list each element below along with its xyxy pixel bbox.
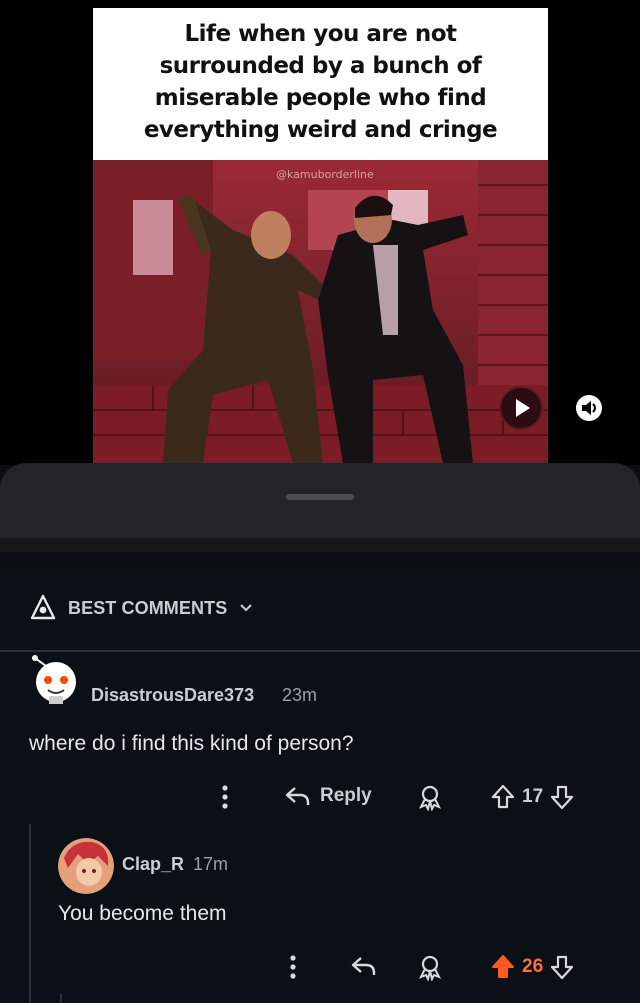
- vote-score: 17: [522, 786, 544, 807]
- avatar[interactable]: [58, 838, 114, 894]
- meme-image[interactable]: Life when you are not surrounded by a bu…: [93, 8, 548, 463]
- sort-label: BEST COMMENTS: [68, 597, 228, 618]
- thread-line[interactable]: [60, 994, 62, 1003]
- comment-author[interactable]: Clap_R: [122, 854, 184, 875]
- comment-body: where do i find this kind of person?: [29, 732, 354, 755]
- comments-section: BEST COMMENTS DisastrousDare373 23m wher…: [0, 566, 640, 1003]
- upvote-active-icon[interactable]: [490, 953, 516, 981]
- more-vertical-icon: [222, 785, 228, 809]
- award-button[interactable]: [416, 783, 444, 811]
- comment-body: You become them: [58, 902, 227, 925]
- caption-line: miserable people who find: [154, 85, 487, 111]
- reply-icon: [351, 957, 376, 975]
- downvote-icon[interactable]: [549, 953, 575, 981]
- caption-line: Life when you are not: [184, 21, 457, 47]
- meme-caption: Life when you are not surrounded by a bu…: [93, 8, 548, 160]
- sheet-edge: [0, 538, 640, 552]
- divider: [0, 650, 640, 652]
- reply-label: Reply: [320, 785, 372, 806]
- snoo-avatar-icon: [32, 655, 76, 704]
- upvote-icon[interactable]: [490, 783, 516, 811]
- comment-author[interactable]: DisastrousDare373: [91, 685, 254, 706]
- award-icon: [418, 785, 442, 811]
- vote-score: 26: [522, 956, 544, 977]
- caption-line: everything weird and cringe: [143, 117, 498, 143]
- more-options-button[interactable]: [286, 952, 300, 982]
- reply-icon: [285, 787, 310, 805]
- rocket-icon: [30, 594, 56, 620]
- comment-time: 17m: [193, 854, 229, 874]
- drag-handle[interactable]: [286, 494, 354, 500]
- award-icon: [418, 955, 442, 981]
- vote-control: 17: [490, 783, 575, 811]
- play-button[interactable]: [499, 386, 543, 430]
- avatar[interactable]: [30, 652, 82, 704]
- media-viewer: Life when you are not surrounded by a bu…: [0, 0, 640, 465]
- reply-button[interactable]: [350, 952, 378, 980]
- meme-photo: [93, 160, 548, 463]
- bottom-sheet[interactable]: [0, 463, 640, 538]
- comment-actions: 26: [0, 950, 640, 984]
- award-button[interactable]: [416, 953, 444, 981]
- watermark: @kamuborderline: [276, 168, 374, 181]
- vote-control: 26: [490, 953, 575, 981]
- comment-actions: Reply 17: [0, 780, 640, 814]
- more-options-button[interactable]: [218, 782, 232, 812]
- volume-icon: [576, 395, 602, 421]
- reply-button[interactable]: Reply: [284, 782, 372, 810]
- comment-time: 23m: [282, 685, 318, 705]
- chevron-down-icon: [240, 604, 253, 612]
- play-icon: [516, 399, 530, 417]
- user-avatar-icon: [58, 838, 114, 894]
- sort-selector[interactable]: BEST COMMENTS: [30, 588, 253, 628]
- volume-button[interactable]: [574, 393, 604, 423]
- more-vertical-icon: [290, 955, 296, 979]
- caption-line: surrounded by a bunch of: [159, 53, 482, 79]
- downvote-icon[interactable]: [549, 783, 575, 811]
